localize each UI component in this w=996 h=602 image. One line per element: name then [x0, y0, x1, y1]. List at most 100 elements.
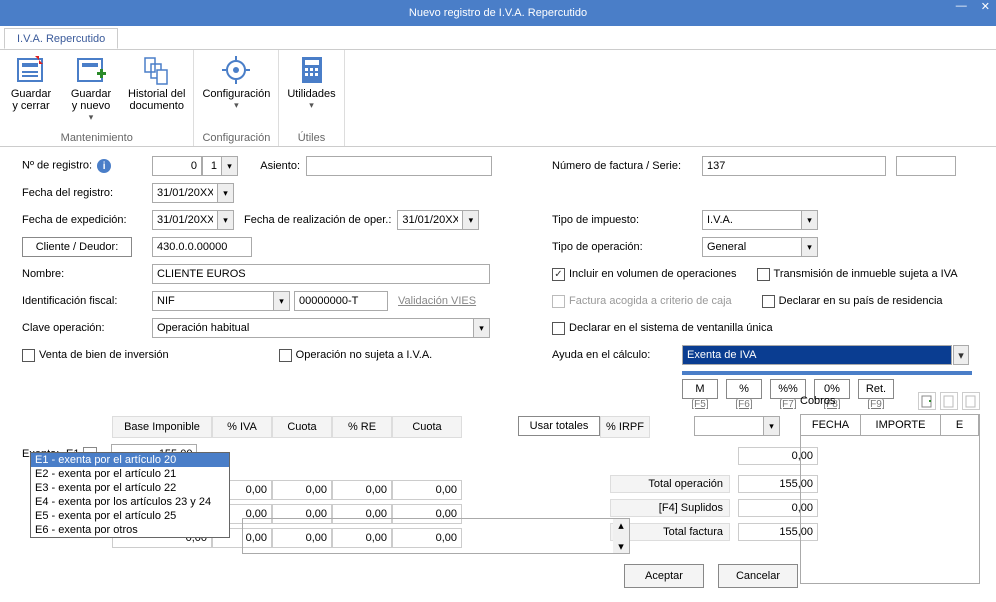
- irpf-dd[interactable]: ▾: [764, 416, 780, 436]
- fecha-reg-dd[interactable]: ▾: [218, 183, 234, 203]
- fecha-reg-input[interactable]: [152, 183, 218, 203]
- scroll-up-icon[interactable]: ▴: [618, 519, 624, 532]
- tipo-oper-select[interactable]: [702, 237, 802, 257]
- col-iva: % IVA: [212, 416, 272, 438]
- history-button[interactable]: Historial del documento: [126, 52, 187, 125]
- exenta-dropdown-popup[interactable]: E1 - exenta por el artículo 20 E2 - exen…: [30, 452, 230, 538]
- fecha-exp-dd[interactable]: ▾: [218, 210, 234, 230]
- serie-input[interactable]: [896, 156, 956, 176]
- macro-pct-button[interactable]: %: [726, 379, 762, 399]
- calculator-icon: [296, 54, 328, 86]
- cuota-1[interactable]: 0,00: [272, 480, 332, 500]
- accept-button[interactable]: Aceptar: [624, 564, 704, 588]
- recu-1[interactable]: 0,00: [392, 480, 462, 500]
- del-cobro-icon[interactable]: [962, 392, 980, 410]
- chevron-down-icon: ▾: [89, 112, 94, 123]
- venta-bien-checkbox[interactable]: Venta de bien de inversión: [22, 349, 169, 362]
- chevron-down-icon: ▾: [234, 100, 239, 111]
- ident-type-select[interactable]: [152, 291, 274, 311]
- ayuda-dd[interactable]: ▾: [953, 345, 969, 365]
- cliente-button[interactable]: Cliente / Deudor:: [22, 237, 132, 257]
- fecha-oper-label: Fecha de realización de oper.:: [244, 214, 391, 226]
- col-fecha: FECHA: [801, 415, 861, 435]
- ayuda-select[interactable]: Exenta de IVA ▾: [682, 345, 952, 365]
- reg-no-label: Nº de registro: i: [22, 159, 152, 173]
- edit-cobro-icon[interactable]: [940, 392, 958, 410]
- utilities-button[interactable]: Utilidades ▾: [285, 52, 337, 113]
- transmision-checkbox[interactable]: Transmisión de inmueble sujeta a IVA: [757, 268, 958, 281]
- notes-box[interactable]: ▴▾: [242, 518, 630, 554]
- fecha-exp-input[interactable]: [152, 210, 218, 230]
- group-label-config: Configuración: [200, 130, 272, 146]
- reg-no-dd[interactable]: ▾: [222, 156, 238, 176]
- fecha-exp-label: Fecha de expedición:: [22, 214, 152, 226]
- fecha-oper-dd[interactable]: ▾: [463, 210, 479, 230]
- reg-no-a-input[interactable]: [152, 156, 202, 176]
- tipo-imp-select[interactable]: [702, 210, 802, 230]
- window-titlebar: Nuevo registro de I.V.A. Repercutido — ✕: [0, 0, 996, 26]
- close-icon[interactable]: ✕: [981, 0, 990, 13]
- irpf-select[interactable]: [694, 416, 764, 436]
- nombre-input[interactable]: [152, 264, 490, 284]
- cobros-title: Cobros: [800, 395, 835, 407]
- incluir-checkbox[interactable]: Incluir en volumen de operaciones: [552, 268, 737, 281]
- cancel-button[interactable]: Cancelar: [718, 564, 798, 588]
- exenta-opt-e6[interactable]: E6 - exenta por otros: [31, 523, 229, 537]
- chevron-down-icon: ▾: [309, 100, 314, 111]
- clave-select[interactable]: [152, 318, 474, 338]
- exenta-opt-e4[interactable]: E4 - exenta por los artículos 23 y 24: [31, 495, 229, 509]
- fecha-oper-input[interactable]: [397, 210, 463, 230]
- validacion-vies-link[interactable]: Validación VIES: [398, 295, 476, 307]
- cliente-input[interactable]: [152, 237, 252, 257]
- ident-label: Identificación fiscal:: [22, 295, 152, 307]
- add-cobro-icon[interactable]: [918, 392, 936, 410]
- tipo-oper-label: Tipo de operación:: [552, 241, 702, 253]
- minimize-icon[interactable]: —: [956, 0, 967, 13]
- macro-m-button[interactable]: M: [682, 379, 718, 399]
- num-fact-input[interactable]: [702, 156, 886, 176]
- tipo-imp-dd[interactable]: ▾: [802, 210, 818, 230]
- tipo-oper-dd[interactable]: ▾: [802, 237, 818, 257]
- info-icon[interactable]: i: [97, 159, 111, 173]
- ident-val-input[interactable]: [294, 291, 388, 311]
- save-close-button[interactable]: Guardar y cerrar: [6, 52, 56, 125]
- select-highlight-bar: [682, 371, 972, 375]
- history-icon: [141, 54, 173, 86]
- col-cuota: Cuota: [272, 416, 332, 438]
- cobros-table: FECHA IMPORTE E: [800, 414, 980, 584]
- window-title: Nuevo registro de I.V.A. Repercutido: [409, 7, 587, 19]
- col-base: Base Imponible: [112, 416, 212, 438]
- nombre-label: Nombre:: [22, 268, 152, 280]
- declarar-vent-checkbox[interactable]: Declarar en el sistema de ventanilla úni…: [552, 322, 773, 335]
- scroll-down-icon[interactable]: ▾: [618, 540, 624, 553]
- usar-totales-button[interactable]: Usar totales: [518, 416, 600, 436]
- save-new-button[interactable]: Guardar y nuevo ▾: [66, 52, 116, 125]
- exenta-opt-e3[interactable]: E3 - exenta por el artículo 22: [31, 481, 229, 495]
- tab-iva-repercutido[interactable]: I.V.A. Repercutido: [4, 28, 118, 49]
- col-e: E: [941, 415, 979, 435]
- gear-icon: [220, 54, 252, 86]
- col-re: % RE: [332, 416, 392, 438]
- group-label-utils: Útiles: [285, 130, 337, 146]
- clave-dd[interactable]: ▾: [474, 318, 490, 338]
- factura-caja-checkbox: Factura acogida a criterio de caja: [552, 295, 732, 308]
- reg-no-b-input[interactable]: [202, 156, 222, 176]
- fecha-reg-label: Fecha del registro:: [22, 187, 152, 199]
- exenta-opt-e2[interactable]: E2 - exenta por el artículo 21: [31, 467, 229, 481]
- suplidos-label[interactable]: [F4] Suplidos: [610, 499, 730, 517]
- ayuda-label: Ayuda en el cálculo:: [552, 349, 682, 361]
- asiento-input[interactable]: [306, 156, 492, 176]
- exenta-opt-e5[interactable]: E5 - exenta por el artículo 25: [31, 509, 229, 523]
- ribbon-tabstrip: I.V.A. Repercutido: [0, 26, 996, 50]
- group-label-maint: Mantenimiento: [6, 130, 187, 146]
- save-new-icon: [75, 54, 107, 86]
- re-1[interactable]: 0,00: [332, 480, 392, 500]
- tot-oper-label: Total operación: [610, 475, 730, 493]
- ident-type-dd[interactable]: ▾: [274, 291, 290, 311]
- declarar-pais-checkbox[interactable]: Declarar en su país de residencia: [762, 295, 943, 308]
- config-button[interactable]: Configuración ▾: [200, 52, 272, 113]
- no-sujeta-checkbox[interactable]: Operación no sujeta a I.V.A.: [279, 349, 433, 362]
- col-cuota2: Cuota: [392, 416, 462, 438]
- save-close-icon: [15, 54, 47, 86]
- exenta-opt-e1[interactable]: E1 - exenta por el artículo 20: [31, 453, 229, 467]
